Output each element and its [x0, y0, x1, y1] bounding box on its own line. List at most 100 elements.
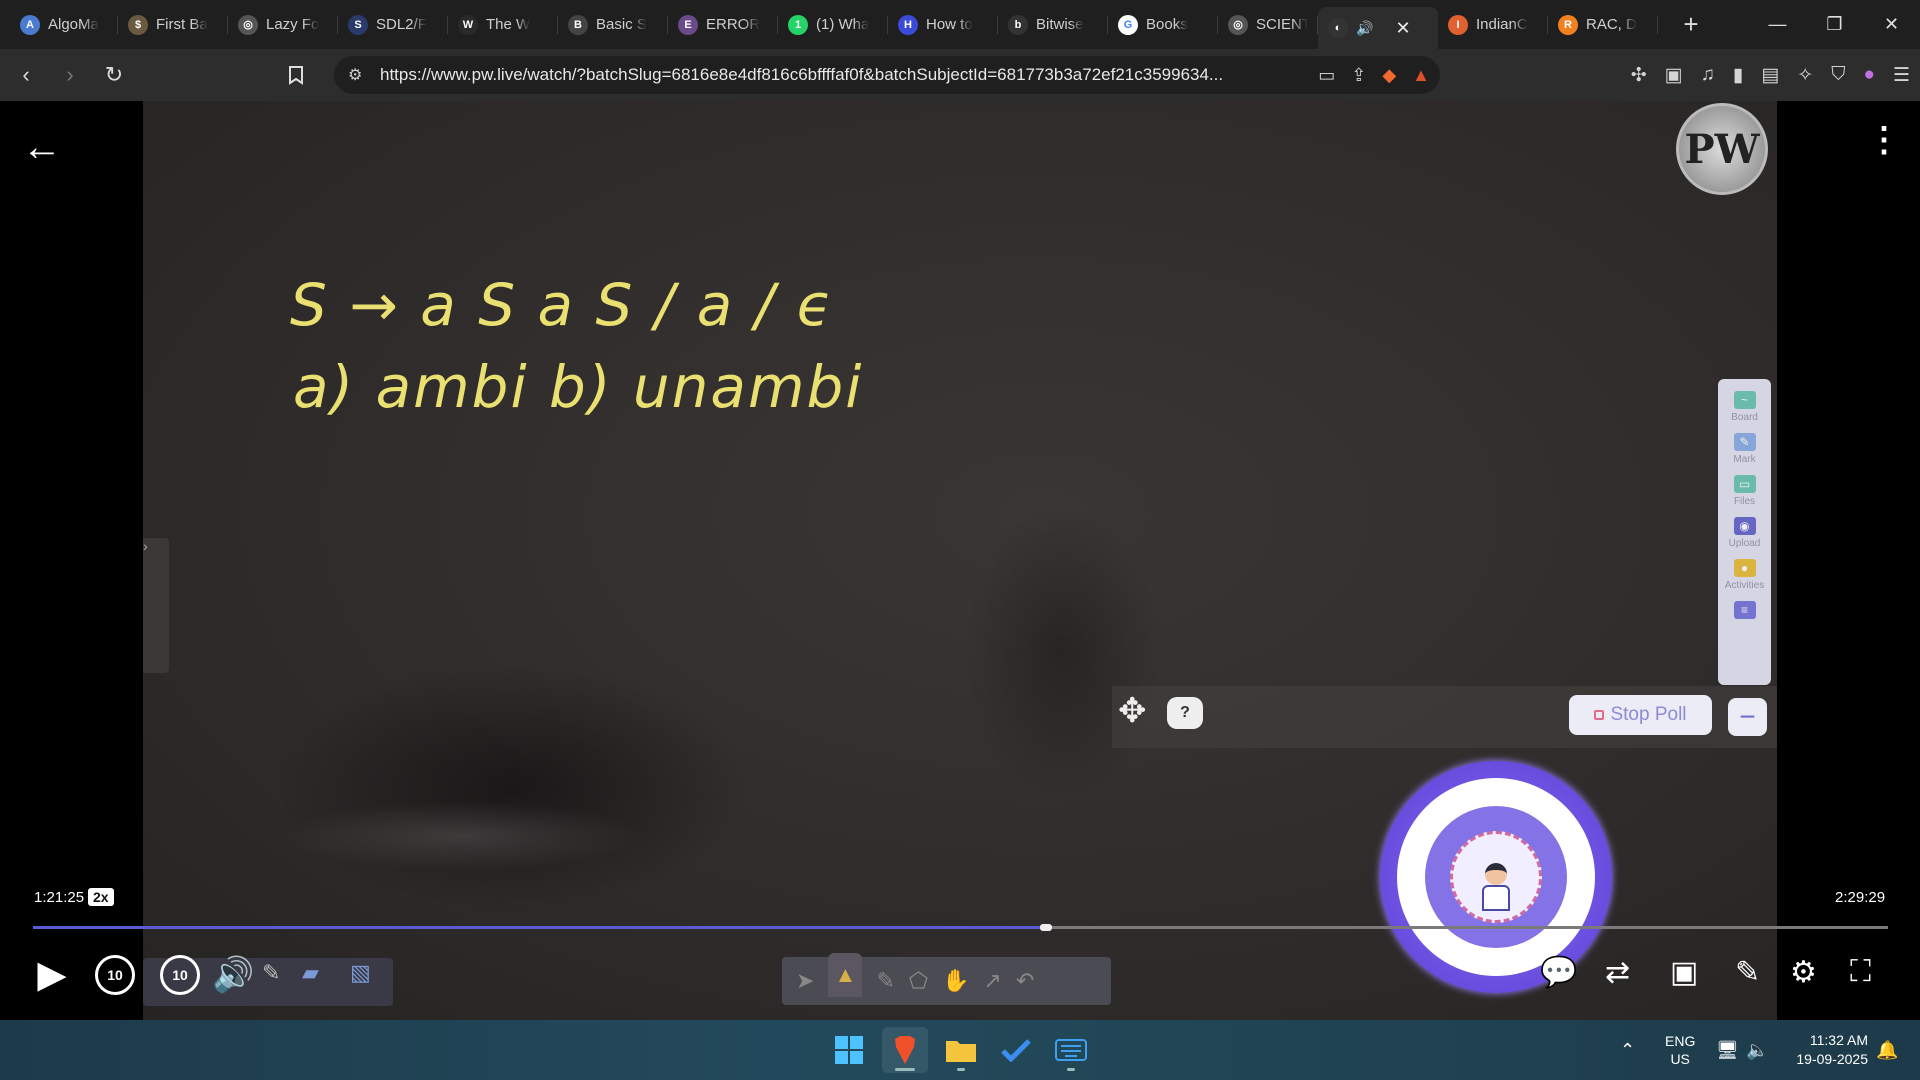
- board-tool-label: Files: [1733, 496, 1756, 507]
- translate-icon[interactable]: ⇄: [1605, 955, 1630, 990]
- browser-tab[interactable]: $ First Ba: [118, 0, 228, 49]
- url-text[interactable]: https://www.pw.live/watch/?batchSlug=681…: [380, 65, 1250, 85]
- volume-icon[interactable]: 🔊: [212, 955, 254, 995]
- site-settings-icon[interactable]: ⚙: [348, 65, 362, 85]
- wallet-icon[interactable]: ▤: [1761, 64, 1779, 87]
- speaker-icon[interactable]: 🔈: [1746, 1020, 1768, 1080]
- menu-icon[interactable]: ☰: [1893, 64, 1910, 87]
- shape-icon[interactable]: ⬠: [909, 968, 928, 994]
- board-tool-item[interactable]: ✎ Mark: [1718, 433, 1771, 465]
- browser-tab[interactable]: 1 (1) Wha: [778, 0, 888, 49]
- media-icon[interactable]: ♫: [1701, 64, 1715, 86]
- back-button[interactable]: ‹: [8, 57, 44, 93]
- browser-tab[interactable]: ◐ 🔊 ✕: [1318, 7, 1438, 49]
- sidebar-icon[interactable]: ▮: [1733, 64, 1743, 87]
- back-arrow-icon[interactable]: ←: [22, 125, 62, 170]
- browser-tab[interactable]: b Bitwise: [998, 0, 1108, 49]
- leo-ai-icon[interactable]: ✧: [1797, 64, 1813, 87]
- browser-tab[interactable]: ◎ Lazy Fo: [228, 0, 338, 49]
- pw-logo: PW: [1676, 103, 1768, 195]
- board-tool-item[interactable]: ~ Board: [1718, 391, 1771, 423]
- forward-button[interactable]: ›: [52, 57, 88, 93]
- extensions-icon[interactable]: ✣: [1631, 64, 1647, 87]
- browser-tab[interactable]: S SDL2/F: [338, 0, 448, 49]
- progress-thumb[interactable]: [1039, 924, 1052, 931]
- brave-browser-app[interactable]: [882, 1027, 928, 1073]
- profile-avatar[interactable]: ●: [1863, 64, 1874, 86]
- vpn-icon[interactable]: ⛉: [1831, 64, 1845, 86]
- hand-icon[interactable]: ✋: [942, 968, 969, 994]
- brave-shields-icon[interactable]: ◆: [1382, 65, 1396, 86]
- help-button[interactable]: ?: [1167, 697, 1203, 729]
- notification-bell-icon[interactable]: 🔔: [1876, 1020, 1898, 1080]
- board-tool-icon: ~: [1733, 391, 1756, 409]
- pip-icon[interactable]: ▣: [1670, 955, 1698, 990]
- network-icon[interactable]: 🖥: [1716, 1020, 1739, 1080]
- chat-icon[interactable]: 💬: [1540, 955, 1577, 990]
- clock-time: 11:32 AM: [1809, 1032, 1868, 1048]
- image-icon[interactable]: ▧: [350, 960, 371, 986]
- browser-tab[interactable]: I IndianC: [1438, 0, 1548, 49]
- marker-icon[interactable]: ✎: [876, 968, 894, 994]
- show-hidden-icons[interactable]: ⌃: [1620, 1020, 1635, 1080]
- restore-button[interactable]: ❐: [1806, 0, 1863, 49]
- tab-title: ERROR: [706, 16, 761, 33]
- touch-keyboard-app[interactable]: [1048, 1027, 1094, 1073]
- share-icon[interactable]: ⇪: [1351, 65, 1366, 86]
- minimize-poll-button[interactable]: −: [1728, 698, 1767, 736]
- reader-icon[interactable]: ▣: [1665, 64, 1683, 87]
- browser-tab[interactable]: B Basic S: [558, 0, 668, 49]
- address-bar[interactable]: ⚙ https://www.pw.live/watch/?batchSlug=6…: [334, 56, 1440, 94]
- drawing-toolbar: ➤ ▲ ✎ ⬠ ✋ ↗ ↶: [782, 953, 1111, 1005]
- highlighter-icon[interactable]: ▲: [828, 953, 863, 997]
- rewind-10-button[interactable]: 10: [95, 955, 135, 995]
- language-indicator[interactable]: ENG US: [1665, 1020, 1695, 1080]
- browser-tab[interactable]: H How to: [888, 0, 998, 49]
- cast-icon[interactable]: ▭: [1318, 65, 1335, 86]
- play-button[interactable]: ▶: [32, 952, 72, 996]
- close-window-button[interactable]: ✕: [1863, 0, 1920, 49]
- eraser-icon[interactable]: ▰: [302, 960, 319, 986]
- start-button[interactable]: [826, 1027, 872, 1073]
- forward-10-button[interactable]: 10: [160, 955, 200, 995]
- move-icon[interactable]: ✥: [1118, 691, 1147, 731]
- speed-badge[interactable]: 2x: [88, 888, 114, 906]
- pen-tool-icon[interactable]: ✎: [262, 960, 280, 986]
- browser-tab[interactable]: G Books: [1108, 0, 1218, 49]
- board-tools-panel: ~ Board ✎ Mark ▭ Files ◉ Upload ● Activities ≡: [1718, 379, 1771, 685]
- minimize-button[interactable]: —: [1749, 0, 1806, 49]
- settings-icon[interactable]: ⚙: [1790, 955, 1817, 990]
- new-tab-button[interactable]: +: [1676, 9, 1706, 40]
- laser-icon[interactable]: ↗: [983, 968, 1001, 994]
- file-explorer-app[interactable]: [938, 1027, 984, 1073]
- browser-tab[interactable]: A AlgoMa: [10, 0, 118, 49]
- board-tool-item[interactable]: ◉ Upload: [1718, 517, 1771, 549]
- clock[interactable]: 11:32 AM 19-09-2025: [1786, 1020, 1868, 1080]
- tab-audio-icon[interactable]: 🔊: [1356, 20, 1373, 37]
- board-tool-item[interactable]: ● Activities: [1718, 559, 1771, 591]
- bookmark-icon[interactable]: [278, 57, 314, 93]
- side-panel-handle[interactable]: ›: [143, 538, 169, 673]
- progress-bar[interactable]: [33, 924, 1888, 931]
- board-tool-item[interactable]: ▭ Files: [1718, 475, 1771, 507]
- notes-icon[interactable]: ✎: [1735, 955, 1760, 990]
- stop-poll-label: Stop Poll: [1610, 704, 1687, 725]
- pointer-icon[interactable]: ➤: [796, 968, 814, 994]
- browser-tab[interactable]: ◎ SCIENT: [1218, 0, 1318, 49]
- stop-poll-button[interactable]: Stop Poll: [1569, 695, 1712, 735]
- fullscreen-icon[interactable]: ⛶: [1850, 955, 1871, 989]
- browser-tab[interactable]: R RAC, D: [1548, 0, 1658, 49]
- close-tab-icon[interactable]: ✕: [1395, 18, 1410, 39]
- browser-tab[interactable]: E ERROR: [668, 0, 778, 49]
- reload-button[interactable]: ↻: [96, 57, 132, 93]
- board-tool-item[interactable]: ≡: [1718, 601, 1771, 619]
- brave-rewards-icon[interactable]: ▲: [1412, 65, 1430, 86]
- browser-tab[interactable]: W The W: [448, 0, 558, 49]
- todo-app[interactable]: [993, 1027, 1039, 1073]
- video-player[interactable]: S → a S a S / a / ϵ a) ambi b) unambi ← …: [0, 101, 1920, 1020]
- board-tool-icon: ≡: [1733, 601, 1756, 619]
- teacher-figure: [1482, 863, 1510, 911]
- undo-icon[interactable]: ↶: [1016, 968, 1034, 994]
- total-time: 2:29:29: [1835, 889, 1886, 906]
- more-options-icon[interactable]: ⋮: [1867, 123, 1901, 157]
